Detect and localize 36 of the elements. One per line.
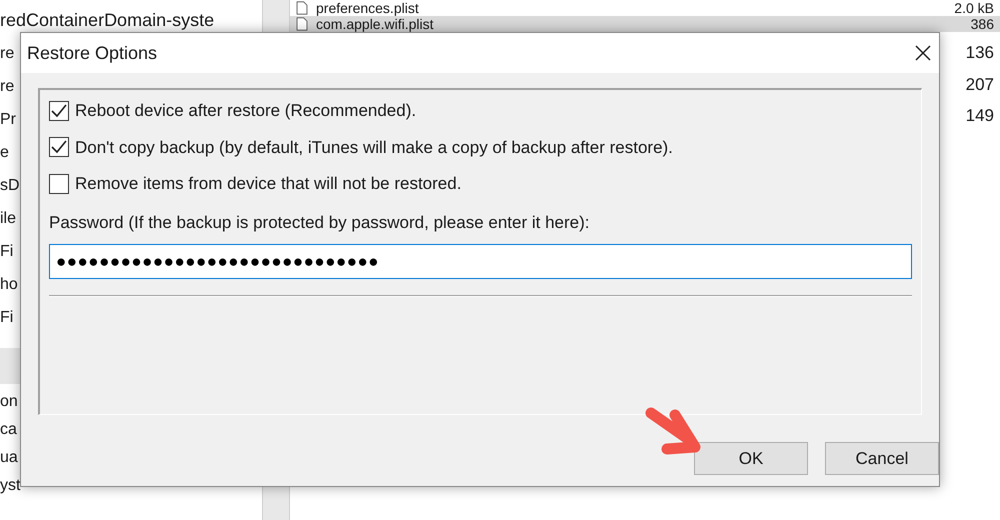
checkbox[interactable] — [49, 137, 69, 158]
file-name: com.apple.wifi.plist — [316, 16, 434, 32]
list-item[interactable]: yst — [0, 477, 20, 494]
tree-item[interactable]: Fi — [0, 309, 14, 326]
checkbox[interactable] — [49, 100, 69, 121]
file-row[interactable]: com.apple.wifi.plist 386 — [290, 16, 1000, 32]
tree-item[interactable]: sD — [0, 177, 20, 194]
password-field[interactable]: ●●●●●●●●●●●●●●●●●●●●●●●●●●●●●● — [49, 244, 912, 279]
file-size: 149 — [966, 105, 994, 127]
close-icon[interactable] — [915, 45, 931, 61]
list-item[interactable]: ua — [0, 449, 18, 466]
tree-item[interactable]: ile — [0, 210, 16, 227]
checkbox[interactable] — [49, 174, 69, 194]
file-name: preferences.plist — [316, 0, 419, 16]
tree-item[interactable]: e — [0, 144, 9, 161]
tree-item[interactable]: Pr — [0, 111, 16, 128]
checkbox-label: Remove items from device that will not be restored. — [75, 173, 462, 195]
dialog-button[interactable]: Cancel — [825, 442, 939, 475]
checkbox-label: Don't copy backup (by default, iTunes will make a copy of backup after restore). — [75, 136, 673, 158]
document-icon — [296, 1, 308, 15]
tree-item[interactable]: re — [0, 45, 14, 62]
tree-item[interactable]: Fi — [0, 243, 14, 260]
file-size: 2.0 kB — [954, 0, 994, 16]
tree-item[interactable]: ho — [0, 276, 18, 293]
tree-item[interactable]: redContainerDomain-syste — [0, 10, 214, 30]
tree-item[interactable]: re — [0, 78, 14, 95]
file-size: 386 — [970, 16, 994, 32]
checkbox-label: Reboot device after restore (Recommended). — [75, 100, 416, 122]
file-size: 136 — [966, 42, 994, 64]
dialog-title: Restore Options — [27, 42, 158, 65]
list-item[interactable]: on — [0, 393, 18, 410]
password-label: Password (If the backup is protected by password, please enter it here): — [49, 212, 590, 234]
document-icon — [296, 17, 308, 31]
dialog-button[interactable]: OK — [694, 442, 808, 475]
file-size: 207 — [966, 74, 994, 96]
list-item[interactable]: ca — [0, 421, 17, 438]
